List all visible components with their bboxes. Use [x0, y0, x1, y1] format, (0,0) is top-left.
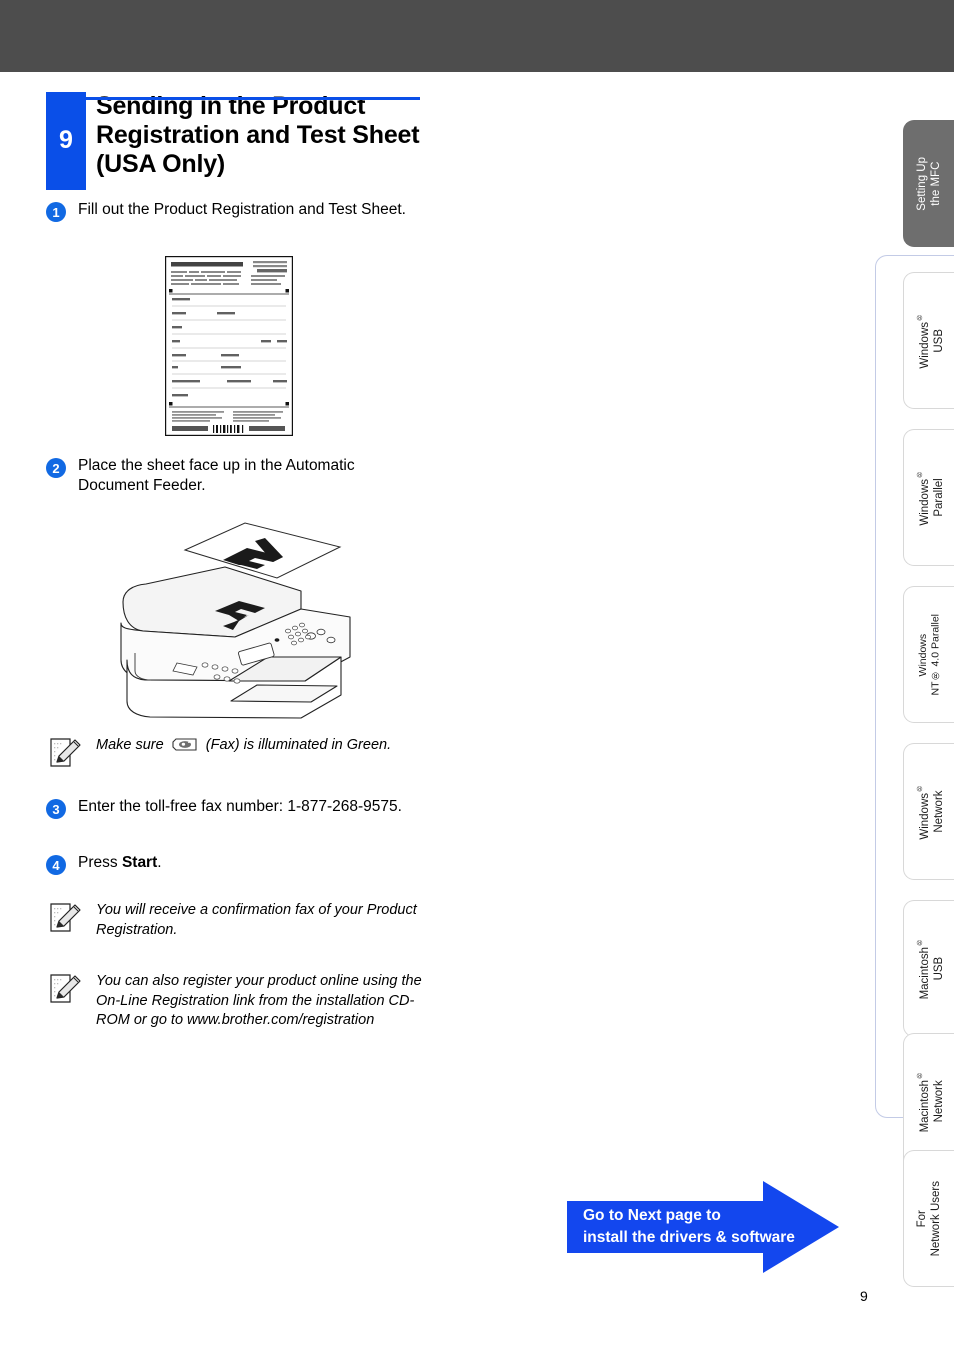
banner-line-1: Go to Next page to	[583, 1207, 721, 1224]
step-item-4: 4 Press Start.	[46, 853, 416, 875]
chapter-number-block: 9	[46, 92, 86, 190]
tab-label: Setting Up the MFC	[915, 157, 943, 211]
note-online-registration: You can also register your product onlin…	[48, 972, 428, 1031]
note-text: You will receive a confirmation fax of y…	[96, 902, 417, 938]
banner-line-2: install the drivers & software	[583, 1229, 795, 1246]
next-page-banner-text: Go to Next page to install the drivers &…	[583, 1205, 795, 1249]
tab-line-1: Windows	[918, 792, 931, 840]
tab-line-1: Setting Up	[916, 156, 928, 211]
step-text: Place the sheet face up in the Automatic…	[78, 457, 355, 494]
step-number-badge: 3	[46, 799, 66, 819]
note-confirmation-fax: You will receive a confirmation fax of y…	[48, 901, 428, 940]
tab-label: Windows® Network	[913, 784, 946, 840]
tab-label: Windows® Parallel	[913, 470, 946, 526]
tab-label: Windows NT® 4.0 Parallel	[917, 614, 942, 695]
side-tab-column: Setting Up the MFC Windows® USB Windows®…	[875, 72, 954, 1342]
step-text: Fill out the Product Registration and Te…	[78, 201, 406, 218]
tab-line-1: Windows	[918, 321, 931, 369]
next-page-banner[interactable]: Go to Next page to install the drivers &…	[567, 1181, 839, 1273]
tab-line-2: Parallel	[932, 478, 945, 517]
step-item-2: 2 Place the sheet face up in the Automat…	[46, 456, 416, 496]
tab-label: Macintosh® USB	[913, 938, 946, 999]
step-item-1: 1 Fill out the Product Registration and …	[46, 200, 416, 222]
note-pencil-icon	[48, 973, 82, 1005]
adf-load-sheet-illustration	[105, 505, 365, 735]
sidebar-item-windows-nt-40-parallel[interactable]: Windows NT® 4.0 Parallel	[903, 586, 954, 723]
tab-label: For Network Users	[915, 1181, 943, 1256]
note-fax-illuminated: Make sure (Fax) is illuminated in Green.	[48, 736, 428, 769]
tab-line-2: Network Users	[930, 1180, 942, 1257]
page-title-block: 9 Sending in the Product Registration an…	[46, 92, 426, 190]
page-header-bar	[0, 0, 954, 72]
step-number-badge: 4	[46, 855, 66, 875]
page-number: 9	[860, 1288, 868, 1304]
registered-mark: ®	[914, 937, 924, 947]
step-number-badge: 1	[46, 202, 66, 222]
sidebar-item-macintosh-usb[interactable]: Macintosh® USB	[903, 900, 954, 1037]
sidebar-item-windows-usb[interactable]: Windows® USB	[903, 272, 954, 409]
tab-line-1: Macintosh	[918, 1079, 931, 1133]
tab-line-2: the MFC	[930, 161, 942, 206]
tab-line-2: NT® 4.0 Parallel	[929, 613, 941, 696]
tab-line-1: Macintosh	[918, 946, 931, 1000]
fax-key-icon	[172, 738, 198, 759]
chapter-number: 9	[59, 126, 73, 154]
registered-mark: ®	[914, 469, 924, 479]
page-title: Sending in the Product Registration and …	[96, 92, 420, 178]
tab-line-2: Network	[932, 790, 945, 833]
note-text: Make sure (Fax) is illuminated in Green.	[96, 736, 391, 759]
tab-line-1: Windows	[916, 633, 929, 676]
sidebar-item-windows-network[interactable]: Windows® Network	[903, 743, 954, 880]
tab-line-1: Windows	[918, 478, 931, 526]
step-number-badge: 2	[46, 458, 66, 478]
title-underline	[86, 97, 420, 100]
sidebar-item-setting-up-the-mfc[interactable]: Setting Up the MFC	[903, 120, 954, 247]
registered-mark: ®	[914, 783, 924, 793]
step-text: Enter the toll-free fax number: 1-877-26…	[78, 798, 402, 815]
tab-line-2: USB	[932, 956, 945, 981]
sidebar-item-windows-parallel[interactable]: Windows® Parallel	[903, 429, 954, 566]
product-registration-and-test-sheet-image	[164, 255, 294, 437]
step-text: Press Start.	[78, 853, 162, 873]
tab-line-2: USB	[932, 328, 945, 353]
tab-line-2: Network	[932, 1080, 945, 1123]
tab-label: Macintosh® Network	[913, 1071, 946, 1132]
sidebar-item-for-network-users[interactable]: For Network Users	[903, 1150, 954, 1287]
registered-mark: ®	[914, 1070, 924, 1080]
note-text-after: (Fax) is illuminated in Green.	[201, 737, 392, 753]
step-item-3: 3 Enter the toll-free fax number: 1-877-…	[46, 797, 416, 819]
note-text-before: Make sure	[96, 737, 168, 753]
step-text-after: .	[157, 854, 162, 871]
start-button-name: Start	[121, 854, 158, 871]
tab-label: Windows® USB	[913, 313, 946, 369]
tab-line-1: For	[916, 1209, 928, 1228]
step-text-before: Press	[78, 854, 122, 871]
registered-mark: ®	[914, 312, 924, 322]
note-pencil-icon	[48, 902, 82, 934]
note-text: You can also register your product onlin…	[96, 973, 422, 1028]
note-pencil-icon	[48, 737, 82, 769]
